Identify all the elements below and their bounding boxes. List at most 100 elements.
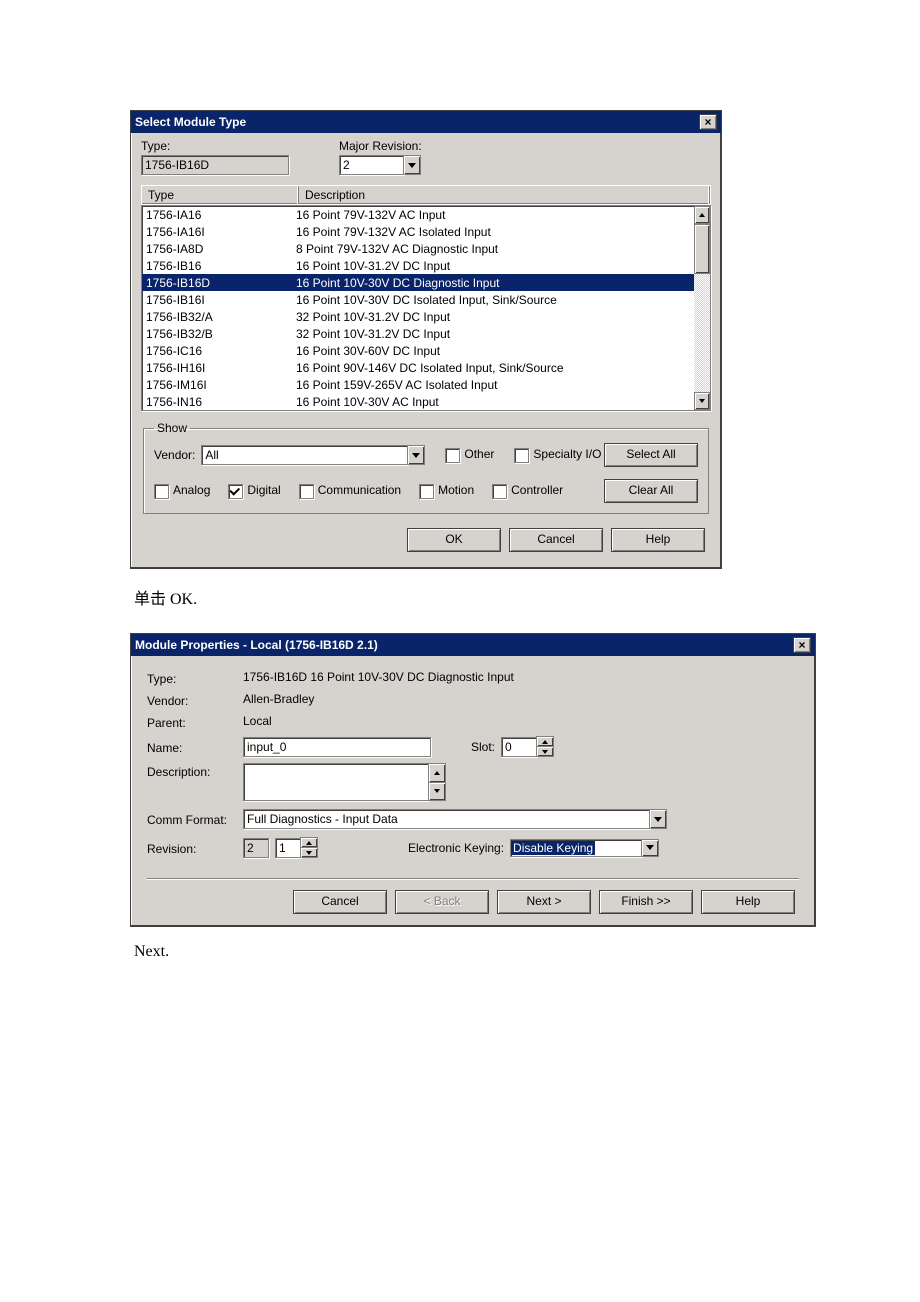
digital-label: Digital <box>247 483 280 497</box>
list-item[interactable]: 1756-IC1616 Point 30V-60V DC Input <box>142 342 694 359</box>
list-item-desc: 16 Point 10V-30V AC Input <box>292 395 694 409</box>
clear-all-button[interactable]: Clear All <box>604 479 698 503</box>
description-field[interactable] <box>243 763 429 801</box>
type-label: Type: <box>147 670 243 686</box>
scrollbar[interactable] <box>694 206 710 410</box>
titlebar: Module Properties - Local (1756-IB16D 2.… <box>131 634 815 656</box>
cancel-button[interactable]: Cancel <box>293 890 387 914</box>
other-checkbox[interactable] <box>445 448 460 463</box>
major-revision-field[interactable]: 2 <box>339 155 404 175</box>
dropdown-icon[interactable] <box>649 809 667 829</box>
module-properties-dialog: Module Properties - Local (1756-IB16D 2.… <box>130 633 816 927</box>
finish-button[interactable]: Finish >> <box>599 890 693 914</box>
list-item-type: 1756-IA16I <box>142 225 292 239</box>
list-item-desc: 16 Point 79V-132V AC Isolated Input <box>292 225 694 239</box>
list-item-desc: 32 Point 10V-31.2V DC Input <box>292 327 694 341</box>
name-field[interactable]: input_0 <box>243 737 431 757</box>
list-item-desc: 16 Point 90V-146V DC Isolated Input, Sin… <box>292 361 694 375</box>
keying-combo[interactable]: Disable Keying <box>510 839 642 857</box>
motion-checkbox[interactable] <box>419 484 434 499</box>
list-item-type: 1756-IB16D <box>142 276 292 290</box>
caption-next: Next. <box>134 943 790 961</box>
spin-down-icon[interactable] <box>428 782 446 802</box>
list-item-desc: 16 Point 10V-30V DC Diagnostic Input <box>292 276 694 290</box>
spin-down-icon[interactable] <box>300 847 318 858</box>
vendor-label: Vendor: <box>154 448 195 462</box>
back-button[interactable]: < Back <box>395 890 489 914</box>
specialty-label: Specialty I/O <box>533 447 601 461</box>
list-item[interactable]: 1756-IA1616 Point 79V-132V AC Input <box>142 206 694 223</box>
type-label: Type: <box>141 139 170 153</box>
slot-spinner[interactable] <box>536 736 554 757</box>
module-list-header: Type Description <box>141 185 711 205</box>
help-button[interactable]: Help <box>611 528 705 552</box>
list-item-type: 1756-IB16I <box>142 293 292 307</box>
list-item-type: 1756-IA16 <box>142 208 292 222</box>
close-icon[interactable]: × <box>793 637 811 653</box>
vendor-combo[interactable]: All <box>201 445 408 465</box>
analog-checkbox[interactable] <box>154 484 169 499</box>
show-group: Show Vendor: All Other Specialty I/O Sel… <box>143 421 709 514</box>
list-item-type: 1756-IB32/A <box>142 310 292 324</box>
scroll-up-icon[interactable] <box>694 206 710 224</box>
parent-label: Parent: <box>147 714 243 730</box>
revision-minor[interactable]: 1 <box>275 838 301 858</box>
list-item[interactable]: 1756-IM16I16 Point 159V-265V AC Isolated… <box>142 376 694 393</box>
col-description[interactable]: Description <box>299 186 710 204</box>
digital-checkbox[interactable] <box>228 484 243 499</box>
communication-label: Communication <box>318 483 401 497</box>
list-item[interactable]: 1756-IA16I16 Point 79V-132V AC Isolated … <box>142 223 694 240</box>
list-item[interactable]: 1756-IB32/A32 Point 10V-31.2V DC Input <box>142 308 694 325</box>
select-all-button[interactable]: Select All <box>604 443 698 467</box>
slot-field[interactable]: 0 <box>501 737 537 757</box>
list-item[interactable]: 1756-IB16I16 Point 10V-30V DC Isolated I… <box>142 291 694 308</box>
ok-button[interactable]: OK <box>407 528 501 552</box>
list-item-type: 1756-IA8D <box>142 242 292 256</box>
titlebar: Select Module Type × <box>131 111 721 133</box>
controller-checkbox[interactable] <box>492 484 507 499</box>
list-item[interactable]: 1756-IN1616 Point 10V-30V AC Input <box>142 393 694 410</box>
description-label: Description: <box>147 763 243 779</box>
dropdown-icon[interactable] <box>641 839 659 857</box>
list-item-desc: 16 Point 79V-132V AC Input <box>292 208 694 222</box>
revision-major: 2 <box>243 838 269 858</box>
spin-down-icon[interactable] <box>536 746 554 757</box>
close-icon[interactable]: × <box>699 114 717 130</box>
col-type[interactable]: Type <box>142 186 299 204</box>
list-item[interactable]: 1756-IB1616 Point 10V-31.2V DC Input <box>142 257 694 274</box>
revision-label: Revision: <box>147 840 243 856</box>
vendor-label: Vendor: <box>147 692 243 708</box>
name-label: Name: <box>147 739 243 755</box>
other-label: Other <box>464 447 494 461</box>
description-scroll[interactable] <box>428 763 446 801</box>
list-item[interactable]: 1756-IA8D8 Point 79V-132V AC Diagnostic … <box>142 240 694 257</box>
slot-label: Slot: <box>471 740 495 754</box>
analog-label: Analog <box>173 483 210 497</box>
controller-label: Controller <box>511 483 563 497</box>
specialty-checkbox[interactable] <box>514 448 529 463</box>
module-list[interactable]: 1756-IA1616 Point 79V-132V AC Input1756-… <box>141 205 711 411</box>
revision-spinner[interactable] <box>300 837 318 858</box>
scroll-down-icon[interactable] <box>694 392 710 410</box>
dropdown-icon[interactable] <box>407 445 425 465</box>
list-item-desc: 8 Point 79V-132V AC Diagnostic Input <box>292 242 694 256</box>
communication-checkbox[interactable] <box>299 484 314 499</box>
spin-up-icon[interactable] <box>428 763 446 783</box>
help-button[interactable]: Help <box>701 890 795 914</box>
dialog-title: Select Module Type <box>135 115 246 129</box>
comm-format-combo[interactable]: Full Diagnostics - Input Data <box>243 809 650 829</box>
caption-click-ok: 单击 OK. <box>134 585 790 609</box>
list-item-type: 1756-IC16 <box>142 344 292 358</box>
list-item-desc: 16 Point 10V-31.2V DC Input <box>292 259 694 273</box>
separator <box>147 878 799 880</box>
comm-format-label: Comm Format: <box>147 811 243 827</box>
motion-label: Motion <box>438 483 474 497</box>
list-item-type: 1756-IN16 <box>142 395 292 409</box>
list-item[interactable]: 1756-IB16D16 Point 10V-30V DC Diagnostic… <box>142 274 694 291</box>
dropdown-icon[interactable] <box>403 155 421 175</box>
cancel-button[interactable]: Cancel <box>509 528 603 552</box>
list-item[interactable]: 1756-IB32/B32 Point 10V-31.2V DC Input <box>142 325 694 342</box>
scroll-thumb[interactable] <box>694 224 710 274</box>
next-button[interactable]: Next > <box>497 890 591 914</box>
list-item[interactable]: 1756-IH16I16 Point 90V-146V DC Isolated … <box>142 359 694 376</box>
